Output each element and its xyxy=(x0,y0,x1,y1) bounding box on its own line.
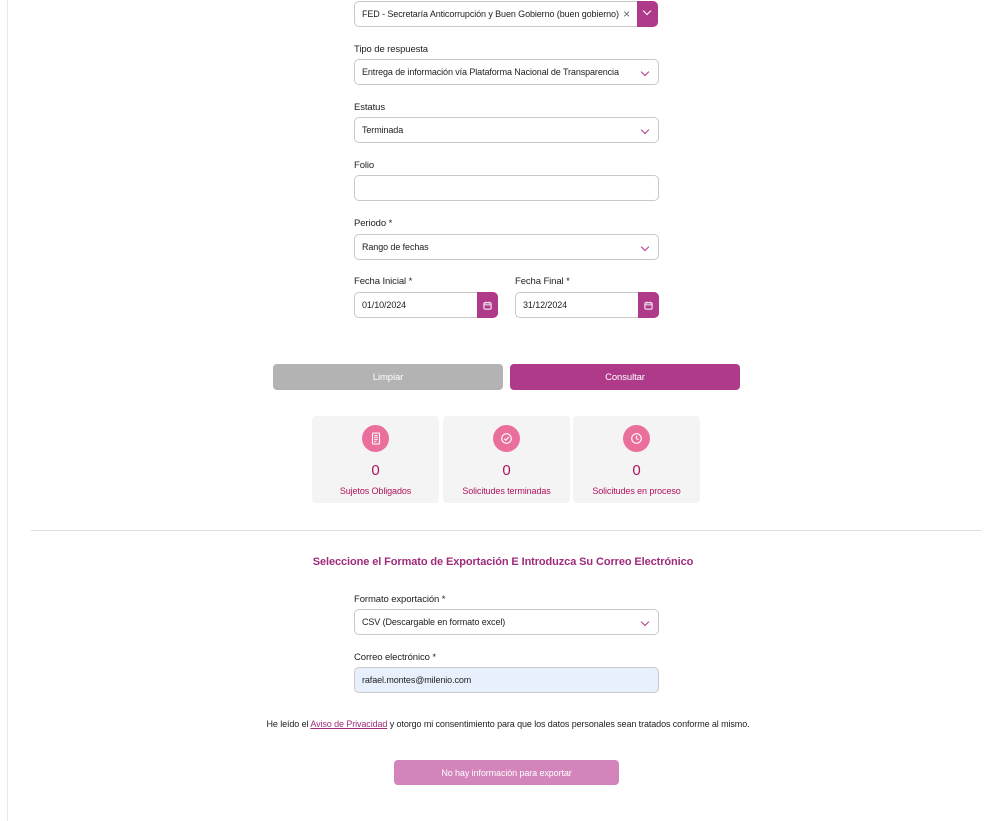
export-section-title: Seleccione el Formato de Exportación E I… xyxy=(312,556,694,568)
stat-icon-circle xyxy=(493,425,520,452)
document-icon xyxy=(371,432,380,445)
stat-icon-circle xyxy=(362,425,389,452)
sujeto-obligado-value: FED - Secretaría Anticorrupción y Buen G… xyxy=(362,9,619,19)
formato-exportacion-select[interactable]: CSV (Descargable en formato excel) xyxy=(354,609,659,635)
correo-input[interactable]: rafael.montes@milenio.com xyxy=(354,667,659,693)
tipo-respuesta-select[interactable]: Entrega de información vía Plataforma Na… xyxy=(354,59,659,85)
chevron-down-icon xyxy=(640,67,650,77)
formato-exportacion-value: CSV (Descargable en formato excel) xyxy=(362,617,506,627)
fecha-inicial-label: Fecha Inicial * xyxy=(354,276,413,287)
chevron-down-icon xyxy=(640,125,650,135)
stat-card-en-proceso: 0 Solicitudes en proceso xyxy=(573,416,700,503)
fecha-inicial-input[interactable]: 01/10/2024 xyxy=(354,292,498,318)
stat-card-terminadas: 0 Solicitudes terminadas xyxy=(443,416,570,503)
consultar-button[interactable]: Consultar xyxy=(510,364,740,390)
fecha-final-input[interactable]: 31/12/2024 xyxy=(515,292,659,318)
estatus-value: Terminada xyxy=(362,125,404,135)
sujeto-obligado-select[interactable]: FED - Secretaría Anticorrupción y Buen G… xyxy=(354,1,658,27)
stat-icon-circle xyxy=(623,425,650,452)
fecha-final-label: Fecha Final * xyxy=(515,276,570,287)
tipo-respuesta-label: Tipo de respuesta xyxy=(354,44,428,55)
page: FED - Secretaría Anticorrupción y Buen G… xyxy=(0,0,1006,821)
calendar-icon xyxy=(644,301,653,310)
clock-icon xyxy=(631,433,642,444)
estatus-label: Estatus xyxy=(354,102,385,113)
stat-caption: Solicitudes en proceso xyxy=(592,486,681,496)
stat-value: 0 xyxy=(371,462,380,479)
estatus-select[interactable]: Terminada xyxy=(354,117,659,143)
chevron-down-icon xyxy=(640,617,650,627)
correo-label: Correo electrónico * xyxy=(354,652,436,663)
fecha-inicial-calendar-button[interactable] xyxy=(477,292,498,318)
tipo-respuesta-value: Entrega de información vía Plataforma Na… xyxy=(362,67,619,77)
stat-value: 0 xyxy=(632,462,641,479)
aviso-privacidad-link[interactable]: Aviso de Privacidad xyxy=(310,719,387,729)
calendar-icon xyxy=(483,301,492,310)
fecha-final-value: 31/12/2024 xyxy=(523,300,568,310)
periodo-label: Periodo * xyxy=(354,218,393,229)
folio-input[interactable] xyxy=(354,175,659,201)
folio-label: Folio xyxy=(354,160,375,171)
stat-caption: Solicitudes terminadas xyxy=(462,486,551,496)
formato-exportacion-label: Formato exportación * xyxy=(354,594,446,605)
left-border xyxy=(7,0,8,821)
fecha-final-calendar-button[interactable] xyxy=(638,292,659,318)
fecha-inicial-value: 01/10/2024 xyxy=(362,300,407,310)
privacy-consent-text: He leído el Aviso de Privacidad y otorgo… xyxy=(0,719,1006,729)
chevron-down-icon xyxy=(642,6,652,16)
correo-value: rafael.montes@milenio.com xyxy=(362,675,472,685)
periodo-value: Rango de fechas xyxy=(362,242,429,252)
section-divider xyxy=(31,530,981,531)
privacy-prefix: He leído el xyxy=(266,719,311,729)
limpiar-button[interactable]: Limpiar xyxy=(273,364,503,390)
stat-caption: Sujetos Obligados xyxy=(339,486,412,496)
clear-icon[interactable]: × xyxy=(623,8,630,20)
stat-card-sujetos: 0 Sujetos Obligados xyxy=(312,416,439,503)
exportar-button[interactable]: No hay información para exportar xyxy=(394,760,619,785)
stat-value: 0 xyxy=(502,462,511,479)
check-circle-icon xyxy=(501,433,512,444)
privacy-suffix: y otorgo mi consentimiento para que los … xyxy=(387,719,750,729)
periodo-select[interactable]: Rango de fechas xyxy=(354,234,659,260)
chevron-down-icon xyxy=(640,242,650,252)
sujeto-dropdown-button[interactable] xyxy=(637,1,658,27)
